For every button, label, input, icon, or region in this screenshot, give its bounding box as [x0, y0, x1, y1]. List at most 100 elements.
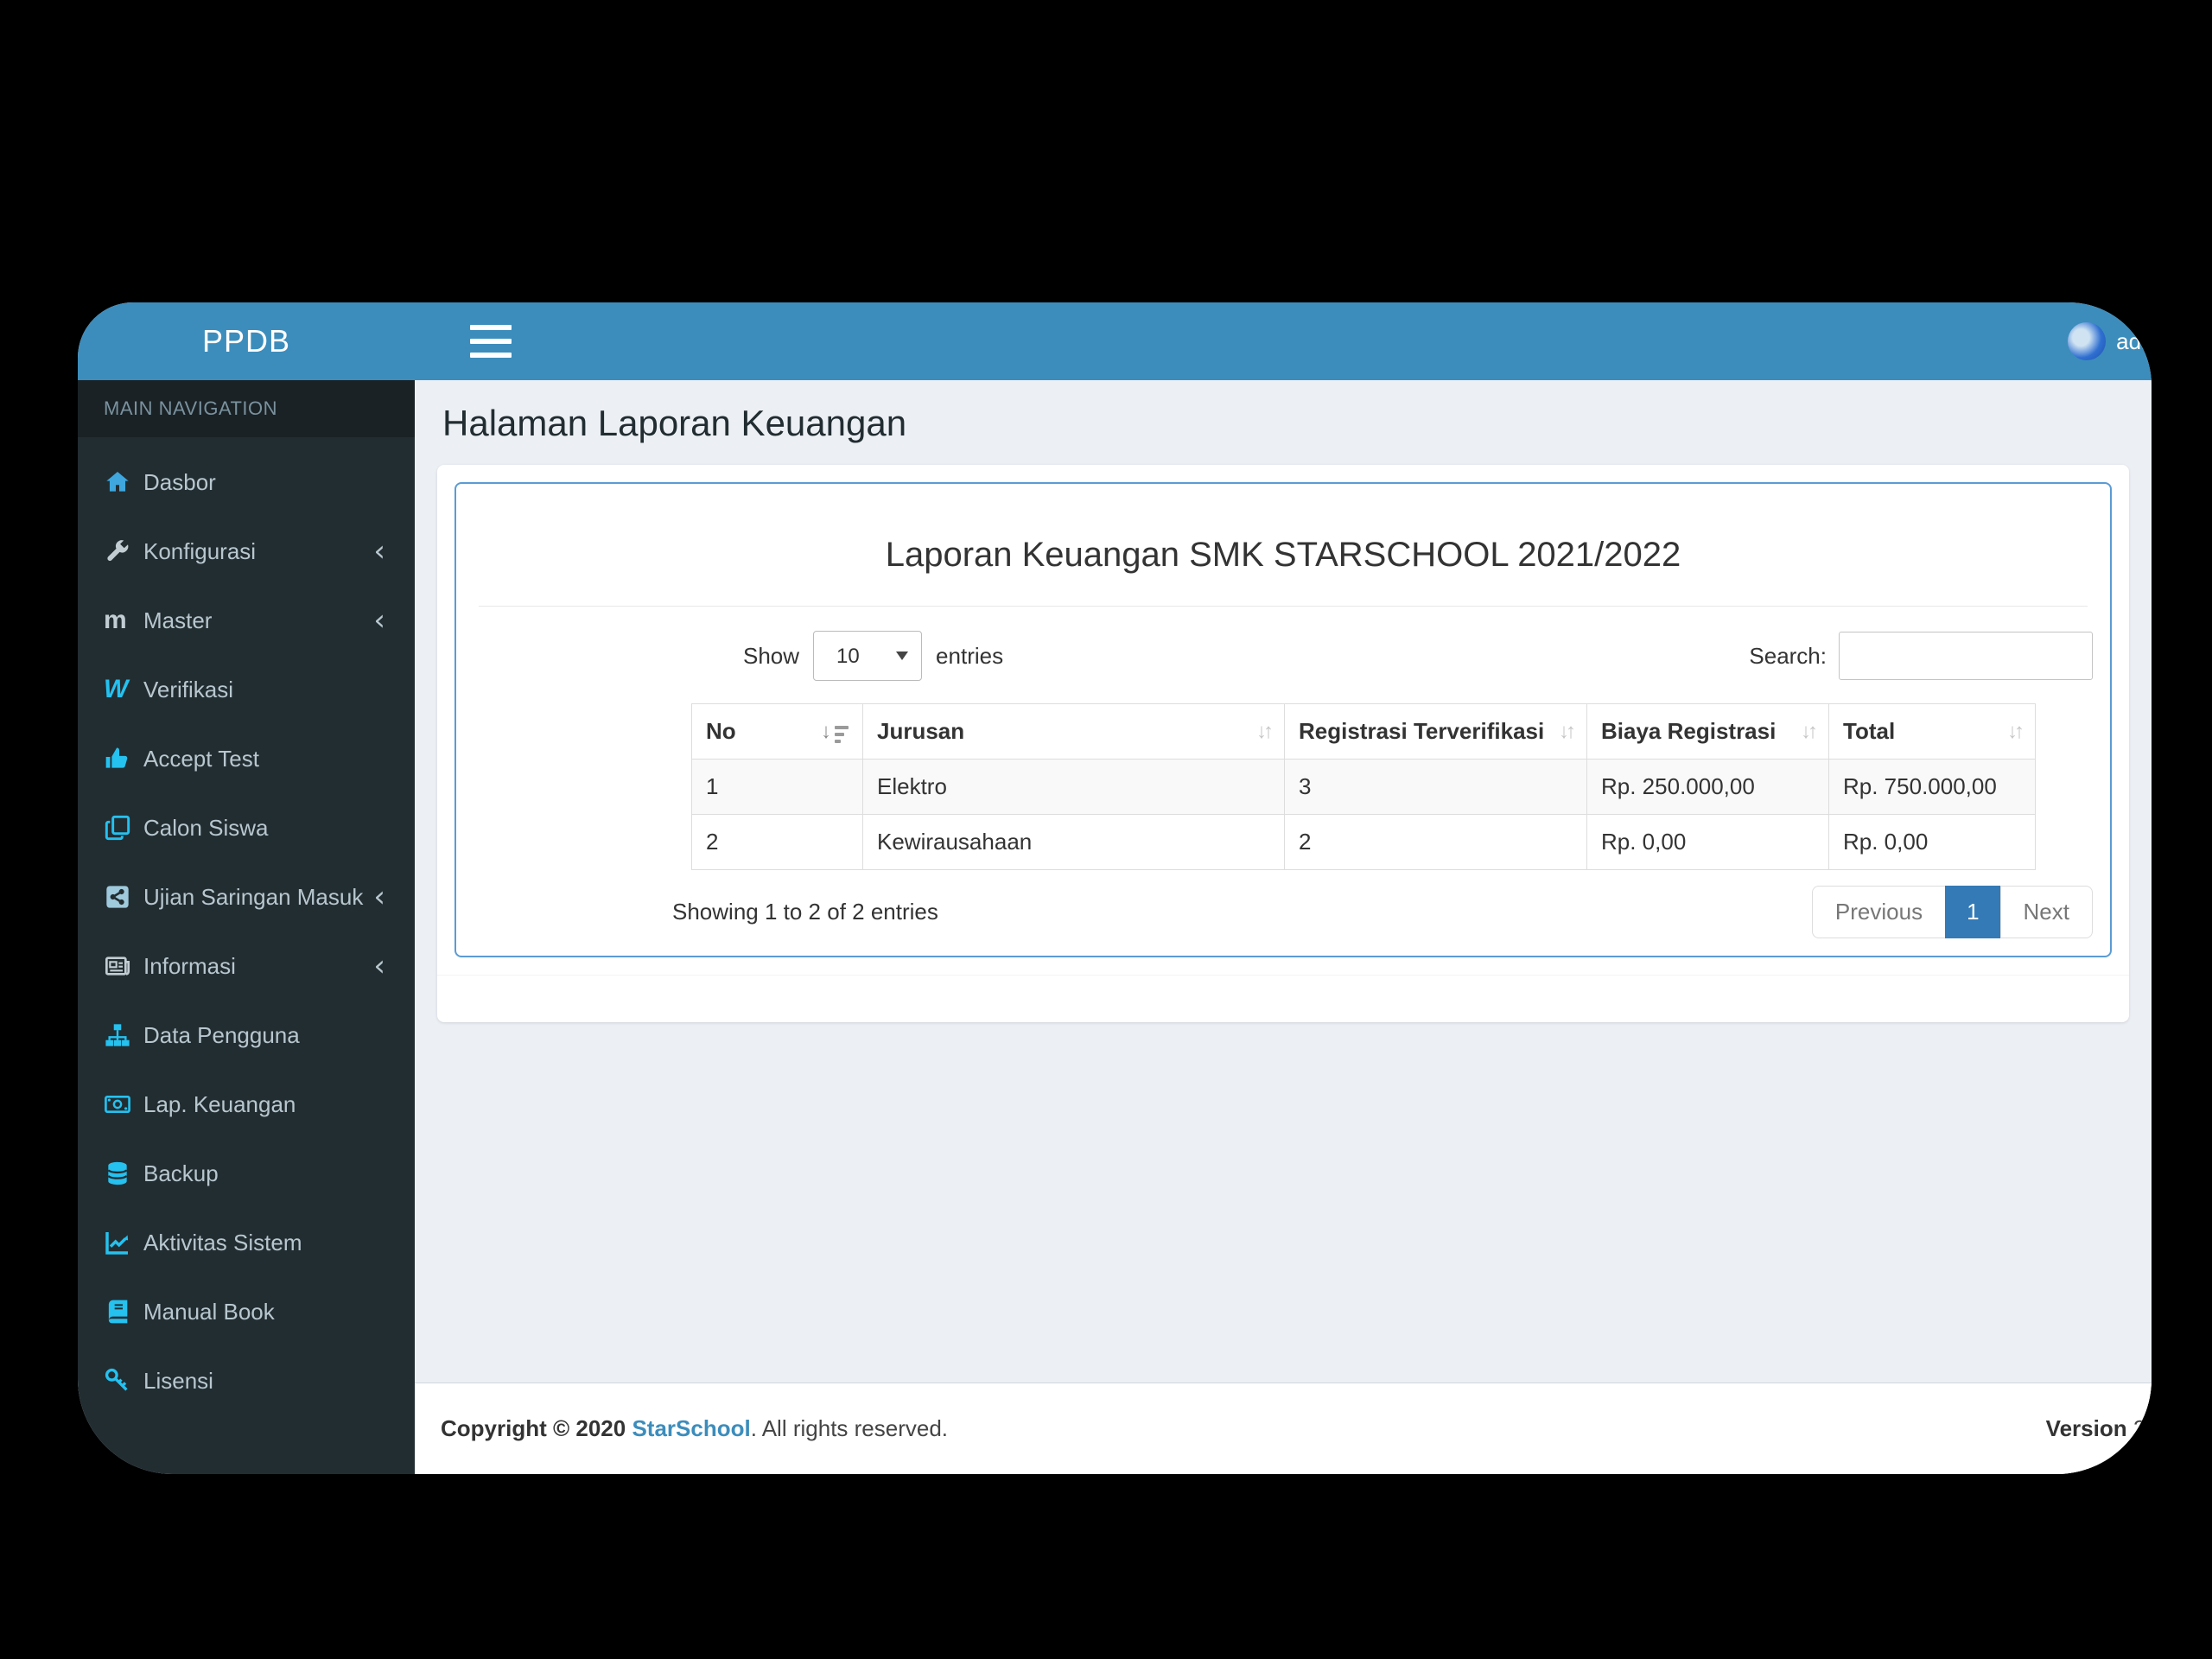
length-select-wrap: 10: [813, 631, 923, 681]
content-box-footer: [437, 975, 2129, 1022]
sidebar-item-label: Aktivitas Sistem: [143, 1229, 302, 1255]
report-title: Laporan Keuangan SMK STARSCHOOL 2021/202…: [885, 536, 1681, 574]
share-square-icon: [104, 882, 143, 912]
version-text: Version 2.4: [2045, 1415, 2152, 1441]
table-cell: Rp. 750.000,00: [1828, 759, 2036, 815]
table-cell: Kewirausahaan: [862, 814, 1285, 870]
report-divider: [479, 606, 2088, 607]
page-length-control: Show 10 entries: [743, 631, 1003, 681]
pagination-next-button[interactable]: Next: [1999, 886, 2093, 938]
copyright-text: Copyright © 2020 StarSchool. All rights …: [441, 1415, 949, 1441]
sitemap-icon: [104, 1020, 143, 1050]
search-input[interactable]: [1839, 632, 2093, 680]
sidebar: MAIN NAVIGATION Dasbor Konfigurasi ‹ m Maste…: [78, 380, 415, 1474]
sidebar-item-informasi[interactable]: Informasi ‹: [78, 931, 415, 1001]
page-title: Halaman Laporan Keuangan: [442, 403, 907, 443]
brand-text: PPDB: [201, 323, 291, 359]
sidebar-item-data-pengguna[interactable]: Data Pengguna: [78, 1001, 415, 1070]
sidebar-item-label: Lap. Keuangan: [143, 1090, 296, 1117]
brand-logo[interactable]: PPDB: [78, 302, 415, 380]
m-letter-icon: m: [104, 606, 127, 634]
column-header-biaya-registrasi[interactable]: Biaya Registrasi ↓↑: [1586, 703, 1829, 760]
sidebar-item-konfigurasi[interactable]: Konfigurasi ‹: [78, 517, 415, 586]
username: admin: [2116, 327, 2152, 354]
database-icon: [104, 1159, 143, 1188]
sidebar-item-label: Data Pengguna: [143, 1021, 300, 1048]
sidebar-item-label: Manual Book: [143, 1298, 275, 1325]
column-header-jurusan[interactable]: Jurusan ↓↑: [862, 703, 1285, 760]
entries-label: entries: [936, 642, 1004, 669]
sidebar-section-header: MAIN NAVIGATION: [78, 380, 415, 437]
sidebar-item-label: Dasbor: [143, 468, 216, 495]
column-header-registrasi-terverifikasi[interactable]: Registrasi Terverifikasi ↓↑: [1284, 703, 1587, 760]
sidebar-item-verifikasi[interactable]: W Verifikasi: [78, 655, 415, 724]
sidebar-item-lisensi[interactable]: Lisensi: [78, 1346, 415, 1415]
table-cell: 3: [1284, 759, 1587, 815]
key-icon: [104, 1366, 143, 1395]
sidebar-item-backup[interactable]: Backup: [78, 1139, 415, 1208]
home-icon: [104, 467, 143, 497]
sidebar-toggle-icon[interactable]: [470, 325, 512, 358]
table-footer: Showing 1 to 2 of 2 entries Previous 1 Nex…: [672, 886, 2093, 938]
sidebar-item-ujian-saringan-masuk[interactable]: Ujian Saringan Masuk ‹: [78, 862, 415, 931]
sidebar-item-label: Accept Test: [143, 745, 259, 772]
screenshot-stage: PPDB admin MAIN NAVIGATION Dasbor Konfigu…: [0, 0, 2212, 1659]
search-label: Search:: [1749, 642, 1827, 669]
book-icon: [104, 1297, 143, 1326]
table-cell: Rp. 250.000,00: [1586, 759, 1829, 815]
pagination-previous-button[interactable]: Previous: [1811, 886, 1947, 938]
chart-line-icon: [104, 1228, 143, 1257]
column-header-no[interactable]: No ↓: [691, 703, 863, 760]
content-area: Halaman Laporan Keuangan Laporan Keuanga…: [415, 380, 2152, 1474]
sidebar-item-calon-siswa[interactable]: Calon Siswa: [78, 793, 415, 862]
sidebar-item-accept-test[interactable]: Accept Test: [78, 724, 415, 793]
search-control: Search:: [1749, 632, 2093, 680]
length-select[interactable]: 10: [813, 631, 923, 681]
sidebar-item-label: Calon Siswa: [143, 814, 269, 841]
sidebar-item-label: Master: [143, 607, 213, 633]
sidebar-item-label: Backup: [143, 1160, 219, 1186]
sidebar-item-label: Konfigurasi: [143, 537, 257, 564]
sidebar-item-master[interactable]: m Master ‹: [78, 586, 415, 655]
sidebar-item-dasbor[interactable]: Dasbor: [78, 448, 415, 517]
wrench-icon: [104, 537, 143, 566]
sidebar-menu: Dasbor Konfigurasi ‹ m Master ‹ W Verifikasi Acc…: [78, 448, 415, 1415]
table-row: 1 Elektro 3 Rp. 250.000,00 Rp. 750.000,00: [691, 759, 2036, 815]
copy-icon: [104, 813, 143, 842]
chevron-left-icon: ‹: [373, 603, 385, 638]
thumbs-up-icon: [104, 744, 143, 773]
table-cell: 2: [1284, 814, 1587, 870]
newspaper-icon: [104, 951, 143, 981]
table-info: Showing 1 to 2 of 2 entries: [672, 899, 938, 925]
table-cell: Elektro: [862, 759, 1285, 815]
datatable-controls: Show 10 entries Search:: [672, 631, 2093, 681]
pagination: Previous 1 Next: [1811, 886, 2093, 938]
w-letter-icon: W: [104, 675, 129, 703]
chevron-left-icon: ‹: [373, 949, 385, 983]
sidebar-item-label: Informasi: [143, 952, 236, 979]
sort-amount-desc-icon: ↓: [821, 720, 849, 744]
sidebar-item-label: Lisensi: [143, 1367, 213, 1394]
sidebar-item-label: Ujian Saringan Masuk: [143, 883, 364, 910]
sidebar-item-manual-book[interactable]: Manual Book: [78, 1277, 415, 1346]
table-cell: 1: [691, 759, 863, 815]
user-menu[interactable]: admin: [2068, 302, 2152, 380]
column-header-total[interactable]: Total ↓↑: [1828, 703, 2036, 760]
show-label: Show: [743, 642, 800, 669]
chevron-left-icon: ‹: [373, 880, 385, 914]
sort-icon: ↓↑: [1256, 719, 1274, 743]
table-cell: Rp. 0,00: [1828, 814, 2036, 870]
starschool-link[interactable]: StarSchool: [632, 1415, 750, 1441]
sort-icon: ↓↑: [1801, 719, 1818, 743]
sidebar-item-aktivitas-sistem[interactable]: Aktivitas Sistem: [78, 1208, 415, 1277]
report-card: Laporan Keuangan SMK STARSCHOOL 2021/202…: [454, 482, 2112, 957]
sidebar-item-lap-keuangan[interactable]: Lap. Keuangan: [78, 1070, 415, 1139]
pagination-page-button[interactable]: 1: [1945, 886, 2001, 938]
top-bar: PPDB admin: [78, 302, 2152, 380]
sort-icon: ↓↑: [2007, 719, 2024, 743]
money-icon: [104, 1090, 143, 1119]
chevron-left-icon: ‹: [373, 534, 385, 569]
report-table: No ↓ Jurusan ↓↑ Registrasi Terverifikasi ↓↑ Bi…: [691, 703, 2036, 870]
datatable-wrapper: Show 10 entries Search: No ↓ Jurusan ↓↑ …: [672, 631, 2093, 938]
table-row: 2 Kewirausahaan 2 Rp. 0,00 Rp. 0,00: [691, 814, 2036, 870]
